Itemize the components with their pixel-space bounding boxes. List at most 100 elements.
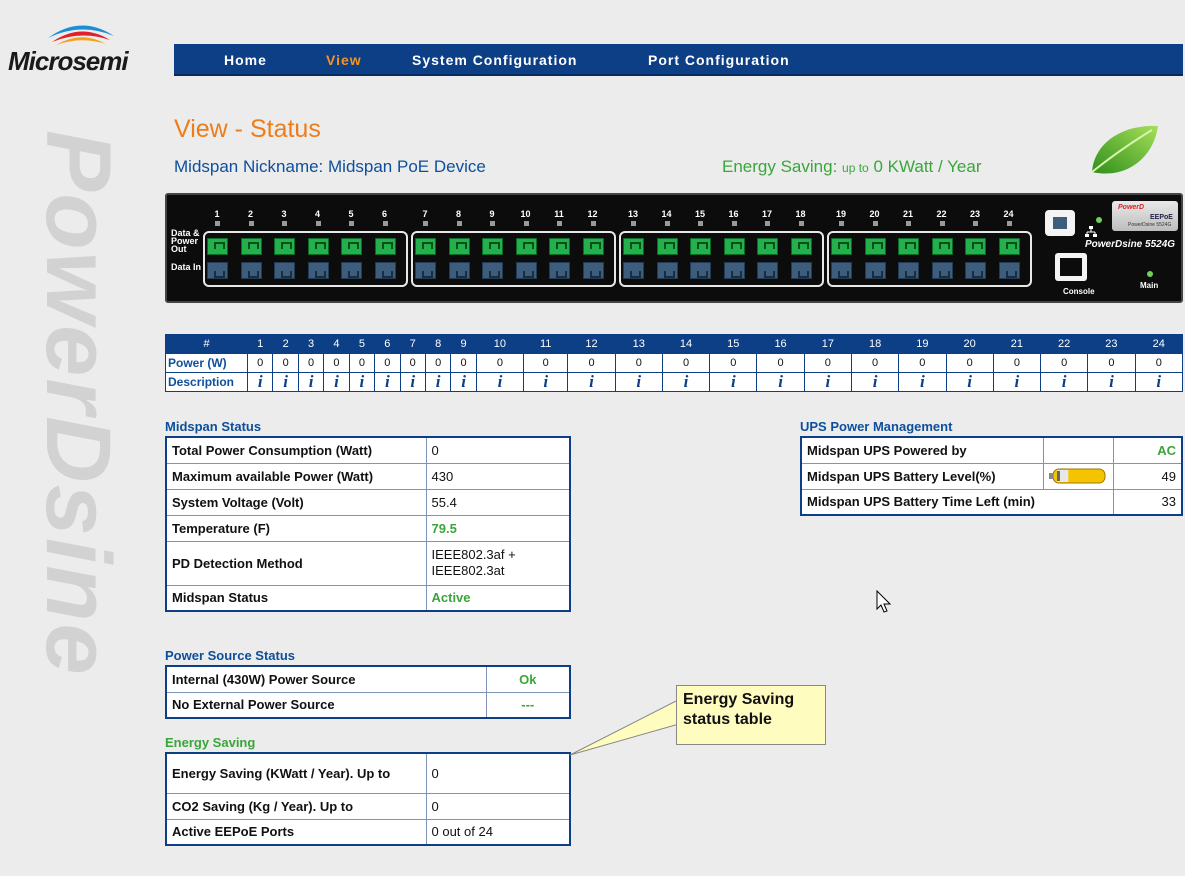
port-power-value: 0: [898, 353, 947, 373]
info-icon[interactable]: i: [360, 372, 365, 391]
info-icon[interactable]: i: [778, 372, 783, 391]
info-icon[interactable]: i: [873, 372, 878, 391]
port-description-cell: i: [348, 372, 376, 392]
info-icon[interactable]: i: [825, 372, 830, 391]
device-port-number: 15: [694, 209, 705, 219]
port-column-header: 23: [1087, 334, 1136, 354]
external-source-label: No External Power Source: [165, 691, 487, 719]
info-icon[interactable]: i: [258, 372, 263, 391]
port-description-cell: i: [297, 372, 325, 392]
info-icon[interactable]: i: [731, 372, 736, 391]
info-icon[interactable]: i: [636, 372, 641, 391]
port-power-value: 0: [1087, 353, 1136, 373]
port-led: [798, 221, 804, 226]
data-in-port: [623, 262, 644, 279]
port-power-value: 0: [475, 353, 525, 373]
port-led: [631, 221, 636, 226]
powerdsine-badge: PowerD EEPoE PowerDsine 5524G: [1112, 201, 1178, 231]
badge-bottom-text: PowerDsine 5524G: [1128, 222, 1172, 228]
poe-out-port: [515, 238, 537, 255]
info-icon[interactable]: i: [1062, 372, 1067, 391]
port-led: [939, 221, 945, 226]
data-in-port: [549, 262, 570, 279]
console-port: [1055, 253, 1087, 281]
port-column-header: 14: [661, 334, 711, 354]
poe-out-port: [582, 238, 604, 255]
port-column-header: 22: [1040, 334, 1089, 354]
poe-out-port: [965, 238, 986, 255]
port-led: [456, 221, 462, 226]
data-in-port: [307, 262, 329, 279]
top-nav-bar: Home View System Configuration Port Conf…: [174, 44, 1183, 76]
mgmt-link-led: [1096, 217, 1102, 223]
port-power-value: 0: [803, 353, 852, 373]
poe-out-port: [898, 238, 919, 255]
page-title: View - Status: [174, 115, 321, 143]
info-icon[interactable]: i: [1109, 372, 1114, 391]
info-icon[interactable]: i: [498, 372, 503, 391]
info-icon[interactable]: i: [461, 372, 466, 391]
port-power-value: 0: [1134, 353, 1184, 373]
port-led: [698, 221, 703, 226]
info-icon[interactable]: i: [1156, 372, 1161, 391]
nav-port-configuration[interactable]: Port Configuration: [648, 52, 790, 68]
info-icon[interactable]: i: [385, 372, 390, 391]
brand-watermark: PowerDsine: [30, 130, 130, 730]
port-power-value: 0: [246, 353, 274, 373]
max-power-value: 430: [425, 462, 571, 490]
port-led: [590, 221, 596, 226]
info-icon[interactable]: i: [1015, 372, 1020, 391]
nav-view[interactable]: View: [326, 52, 362, 68]
active-eepoe-label: Active EEPoE Ports: [165, 818, 427, 846]
info-icon[interactable]: i: [967, 372, 972, 391]
port-description-cell: i: [992, 372, 1042, 392]
info-icon[interactable]: i: [334, 372, 339, 391]
port-description-cell: i: [272, 372, 299, 392]
energy-prefix: Energy Saving:: [722, 157, 843, 176]
nav-system-configuration[interactable]: System Configuration: [412, 52, 577, 68]
device-port-number: 11: [554, 209, 564, 219]
device-port-number: 7: [422, 209, 428, 219]
port-description-cell: i: [1134, 372, 1184, 392]
management-port: [1045, 210, 1075, 236]
data-in-port: [415, 262, 436, 279]
port-column-header: 19: [898, 334, 947, 354]
midspan-nickname: Midspan Nickname: Midspan PoE Device: [174, 157, 486, 176]
info-icon[interactable]: i: [684, 372, 689, 391]
info-icon[interactable]: i: [920, 372, 925, 391]
port-description-cell: i: [246, 372, 274, 392]
callout-line2: status table: [683, 711, 772, 728]
power-source-table: Internal (430W) Power Source Ok No Extern…: [165, 665, 571, 719]
poe-out-port: [415, 238, 436, 255]
info-icon[interactable]: i: [436, 372, 441, 391]
data-in-port: [965, 262, 986, 279]
info-icon[interactable]: i: [410, 372, 415, 391]
data-in-port: [207, 262, 228, 279]
info-icon[interactable]: i: [543, 372, 548, 391]
pd-detection-value: IEEE802.3af + IEEE802.3at: [425, 540, 571, 586]
device-port-number: 23: [969, 209, 980, 219]
port-led: [765, 221, 770, 226]
data-in-port: [448, 262, 470, 279]
port-description-cell: i: [399, 372, 426, 392]
poe-out-port: [240, 238, 262, 255]
microsemi-logo: Microsemi: [8, 18, 148, 78]
port-power-value: 0: [272, 353, 299, 373]
port-led: [731, 221, 737, 226]
poe-out-port: [274, 238, 295, 255]
info-icon[interactable]: i: [309, 372, 314, 391]
data-in-port: [757, 262, 778, 279]
port-led: [1006, 221, 1012, 226]
info-icon[interactable]: i: [589, 372, 594, 391]
port-power-value: 0: [297, 353, 325, 373]
nav-home[interactable]: Home: [224, 52, 267, 68]
info-icon[interactable]: i: [283, 372, 288, 391]
port-column-header: 18: [850, 334, 900, 354]
port-led: [557, 221, 562, 226]
data-in-port: [790, 262, 812, 279]
energy-saving-title: Energy Saving: [165, 735, 256, 750]
poe-out-port: [341, 238, 362, 255]
poe-out-port: [998, 238, 1020, 255]
temperature-value: 79.5: [425, 514, 571, 542]
network-icon: [1085, 226, 1097, 237]
